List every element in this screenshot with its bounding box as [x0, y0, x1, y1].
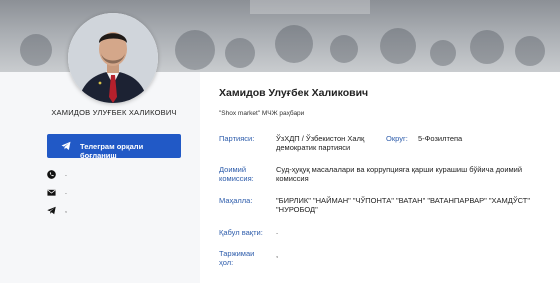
commission-value: Суд-ҳуқуқ масалалари ва коррупцияга қарш…	[276, 165, 523, 183]
party-label: Партияси:	[219, 134, 255, 143]
envelope-icon	[47, 189, 56, 196]
commission-label: Доимий комиссия:	[219, 165, 254, 183]
profile-name-heading: ХАМИДОВ УЛУҒБЕК ХАЛИКОВИЧ	[51, 108, 177, 117]
telegram-contact-button[interactable]: Телеграм орқали боғланиш	[47, 134, 181, 160]
profile-sidebar	[0, 72, 200, 283]
telegram-contact-label: Телеграм орқали боғланиш	[80, 142, 144, 160]
position-text: "Shox market" МЧЖ раҳбари	[219, 110, 305, 117]
telegram-icon	[47, 206, 56, 214]
email-value[interactable]: .	[65, 189, 67, 196]
reception-value: .	[276, 227, 279, 236]
bio-label: Таржимаи ҳол:	[219, 249, 255, 267]
party-value: ЎзХДП / Ўзбекистон Халқ демократик парти…	[276, 134, 365, 152]
telegram-icon	[61, 141, 71, 150]
email-row: .	[47, 187, 67, 197]
phone-value[interactable]: .	[65, 171, 67, 178]
phone-icon	[47, 169, 56, 179]
page-title: Хамидов Улуғбек Халикович	[219, 87, 369, 99]
bio-value: ,	[276, 250, 279, 259]
district-value: 5-Фозилтепа	[418, 134, 463, 143]
mahalla-value: "БИРЛИК" "НАЙМАН" "ЧЎПОНТА" "ВАТАН" "ВАТ…	[276, 196, 530, 214]
mahalla-label: Маҳалла:	[219, 196, 253, 205]
reception-label: Қабул вақти:	[219, 228, 263, 237]
telegram-row: ,	[47, 205, 67, 215]
phone-row: .	[47, 169, 67, 179]
district-label: Округ:	[386, 134, 408, 143]
avatar	[68, 13, 158, 103]
telegram-value[interactable]: ,	[65, 207, 67, 214]
